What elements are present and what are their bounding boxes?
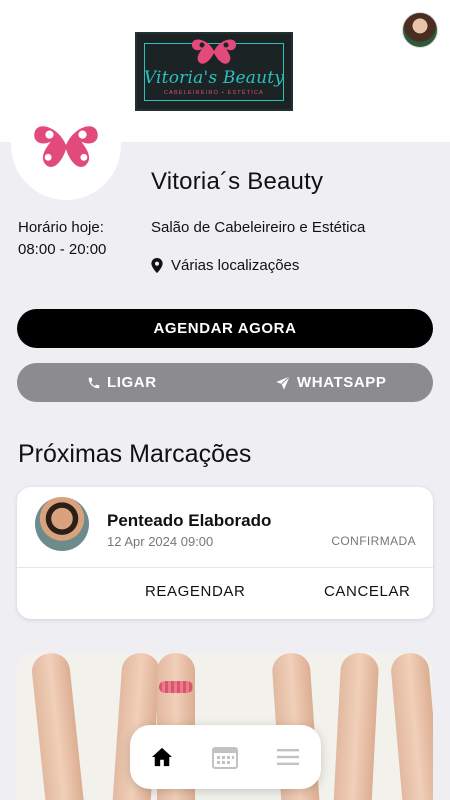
butterfly-icon <box>34 126 98 167</box>
salon-name: Vitoria´s Beauty <box>151 168 324 195</box>
send-icon <box>276 375 291 390</box>
salon-page: Vitoria's Beauty CABELEIREIRO • ESTÉTICA… <box>0 0 450 800</box>
user-avatar[interactable] <box>402 12 438 48</box>
menu-icon <box>277 749 299 765</box>
nav-menu[interactable] <box>258 725 318 789</box>
divider <box>17 567 433 568</box>
book-now-button[interactable]: AGENDAR AGORA <box>17 309 433 348</box>
logo-brand-text: Vitoria's Beauty <box>143 68 285 88</box>
call-button[interactable]: LIGAR <box>87 363 157 402</box>
call-label: LIGAR <box>107 374 157 391</box>
whatsapp-label: WHATSAPP <box>297 374 387 391</box>
promo-image-leg <box>30 653 86 800</box>
butterfly-icon <box>191 39 237 64</box>
hours-label: Horário hoje: <box>18 219 104 236</box>
map-pin-icon <box>151 258 163 273</box>
phone-icon <box>88 377 100 388</box>
contact-buttons: LIGAR WHATSAPP <box>17 363 433 402</box>
logo-tagline: CABELEIREIRO • ESTÉTICA <box>163 90 265 96</box>
upcoming-appointments-title: Próximas Marcações <box>18 440 252 468</box>
nav-home[interactable] <box>132 725 192 789</box>
whatsapp-button[interactable]: WHATSAPP <box>275 363 387 402</box>
home-icon <box>152 747 172 767</box>
staff-avatar <box>35 497 89 551</box>
hours-value: 08:00 - 20:00 <box>18 241 107 258</box>
location-text: Várias localizações <box>171 257 300 274</box>
promo-image-leg <box>332 653 380 800</box>
salon-category: Salão de Cabeleireiro e Estética <box>151 219 366 236</box>
promo-image-garter <box>159 681 193 693</box>
service-name: Penteado Elaborado <box>107 511 272 530</box>
brand-logo: Vitoria's Beauty CABELEIREIRO • ESTÉTICA <box>135 32 293 111</box>
calendar-icon <box>212 747 238 769</box>
appointment-card: Penteado Elaborado 12 Apr 2024 09:00 CON… <box>17 487 433 619</box>
appointment-datetime: 12 Apr 2024 09:00 <box>107 534 214 549</box>
nav-calendar[interactable] <box>195 725 255 789</box>
status-badge: CONFIRMADA <box>331 534 416 548</box>
promo-image-leg <box>389 653 433 800</box>
location-link[interactable]: Várias localizações <box>151 257 299 274</box>
cancel-button[interactable]: CANCELAR <box>324 583 411 600</box>
reschedule-button[interactable]: REAGENDAR <box>145 583 245 600</box>
salon-logo-avatar <box>11 90 121 200</box>
bottom-nav <box>130 725 321 789</box>
